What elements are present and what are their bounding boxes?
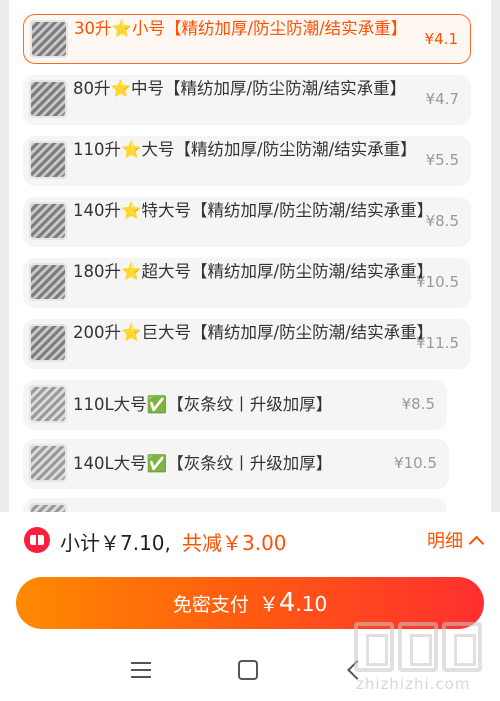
watermark-logo [354,622,482,672]
product-thumbnail [29,503,67,512]
product-thumbnail [29,80,67,118]
sku-option-30l[interactable]: 30升⭐小号【精纺加厚/防尘防潮/结实承重】 ¥4.1 [23,14,471,64]
sku-option-price: ¥4.7 [425,90,459,108]
chevron-up-icon [468,535,485,551]
sku-option-partial[interactable] [23,498,447,512]
product-thumbnail [29,385,67,423]
sku-option-140l-striped[interactable]: 140L大号✅【灰条纹丨升级加厚】 ¥10.5 [23,439,449,489]
product-thumbnail [29,202,67,240]
product-thumbnail [29,444,67,482]
sku-option-label: 140升⭐特大号【精纺加厚/防尘防潮/结实承重】 [73,201,434,220]
product-thumbnail [29,324,67,362]
pay-currency: ￥ [258,592,279,616]
product-thumbnail [29,263,67,301]
sku-option-110l[interactable]: 110升⭐大号【精纺加厚/防尘防潮/结实承重】 ¥5.5 [23,136,471,186]
pay-amount: ￥4.10 [259,588,327,618]
discount-text: 共减￥3.00 [182,531,287,555]
sku-option-price: ¥10.5 [394,454,437,472]
menu-icon[interactable] [131,662,151,678]
site-watermark: zhizhizhi.com [350,620,495,698]
sku-option-label: 80升⭐中号【精纺加厚/防尘防潮/结实承重】 [73,79,407,98]
sku-option-label: 200升⭐巨大号【精纺加厚/防尘防潮/结实承重】 [73,323,434,342]
subtotal-text: 小计￥7.10, [60,531,171,555]
sku-option-label: 180升⭐超大号【精纺加厚/防尘防潮/结实承重】 [73,262,434,281]
sku-option-200l[interactable]: 200升⭐巨大号【精纺加厚/防尘防潮/结实承重】 ¥11.5 [23,319,471,369]
sku-option-price: ¥8.5 [425,212,459,230]
sku-option-price: ¥8.5 [401,395,435,413]
sku-option-140l[interactable]: 140升⭐特大号【精纺加厚/防尘防潮/结实承重】 ¥8.5 [23,197,471,247]
pay-integer: 4 [278,588,296,618]
detail-label: 明细 [427,531,463,552]
detail-toggle[interactable]: 明细 [427,527,485,553]
sku-option-price: ¥10.5 [416,273,459,291]
sku-option-label: 140L大号✅【灰条纹丨升级加厚】 [73,454,333,473]
sku-option-label: 110升⭐大号【精纺加厚/防尘防潮/结实承重】 [73,140,417,159]
product-thumbnail [29,141,67,179]
sku-option-price: ¥5.5 [425,151,459,169]
watermark-text: zhizhizhi.com [356,675,471,693]
sku-option-sheet: 30升⭐小号【精纺加厚/防尘防潮/结实承重】 ¥4.1 80升⭐中号【精纺加厚/… [9,0,491,512]
home-icon[interactable] [238,660,258,680]
pay-button-label: 免密支付 [172,593,249,616]
coupon-icon [24,527,50,553]
sku-option-80l[interactable]: 80升⭐中号【精纺加厚/防尘防潮/结实承重】 ¥4.7 [23,75,471,125]
sku-option-label: 110L大号✅【灰条纹丨升级加厚】 [73,395,333,414]
product-thumbnail [30,20,68,58]
sku-option-110l-striped[interactable]: 110L大号✅【灰条纹丨升级加厚】 ¥8.5 [23,380,447,430]
pay-decimal: .10 [295,592,328,616]
sku-option-label: 30升⭐小号【精纺加厚/防尘防潮/结实承重】 [74,19,408,38]
sku-option-180l[interactable]: 180升⭐超大号【精纺加厚/防尘防潮/结实承重】 ¥10.5 [23,258,471,308]
sku-option-price: ¥11.5 [416,334,459,352]
sku-option-price: ¥4.1 [424,30,458,48]
